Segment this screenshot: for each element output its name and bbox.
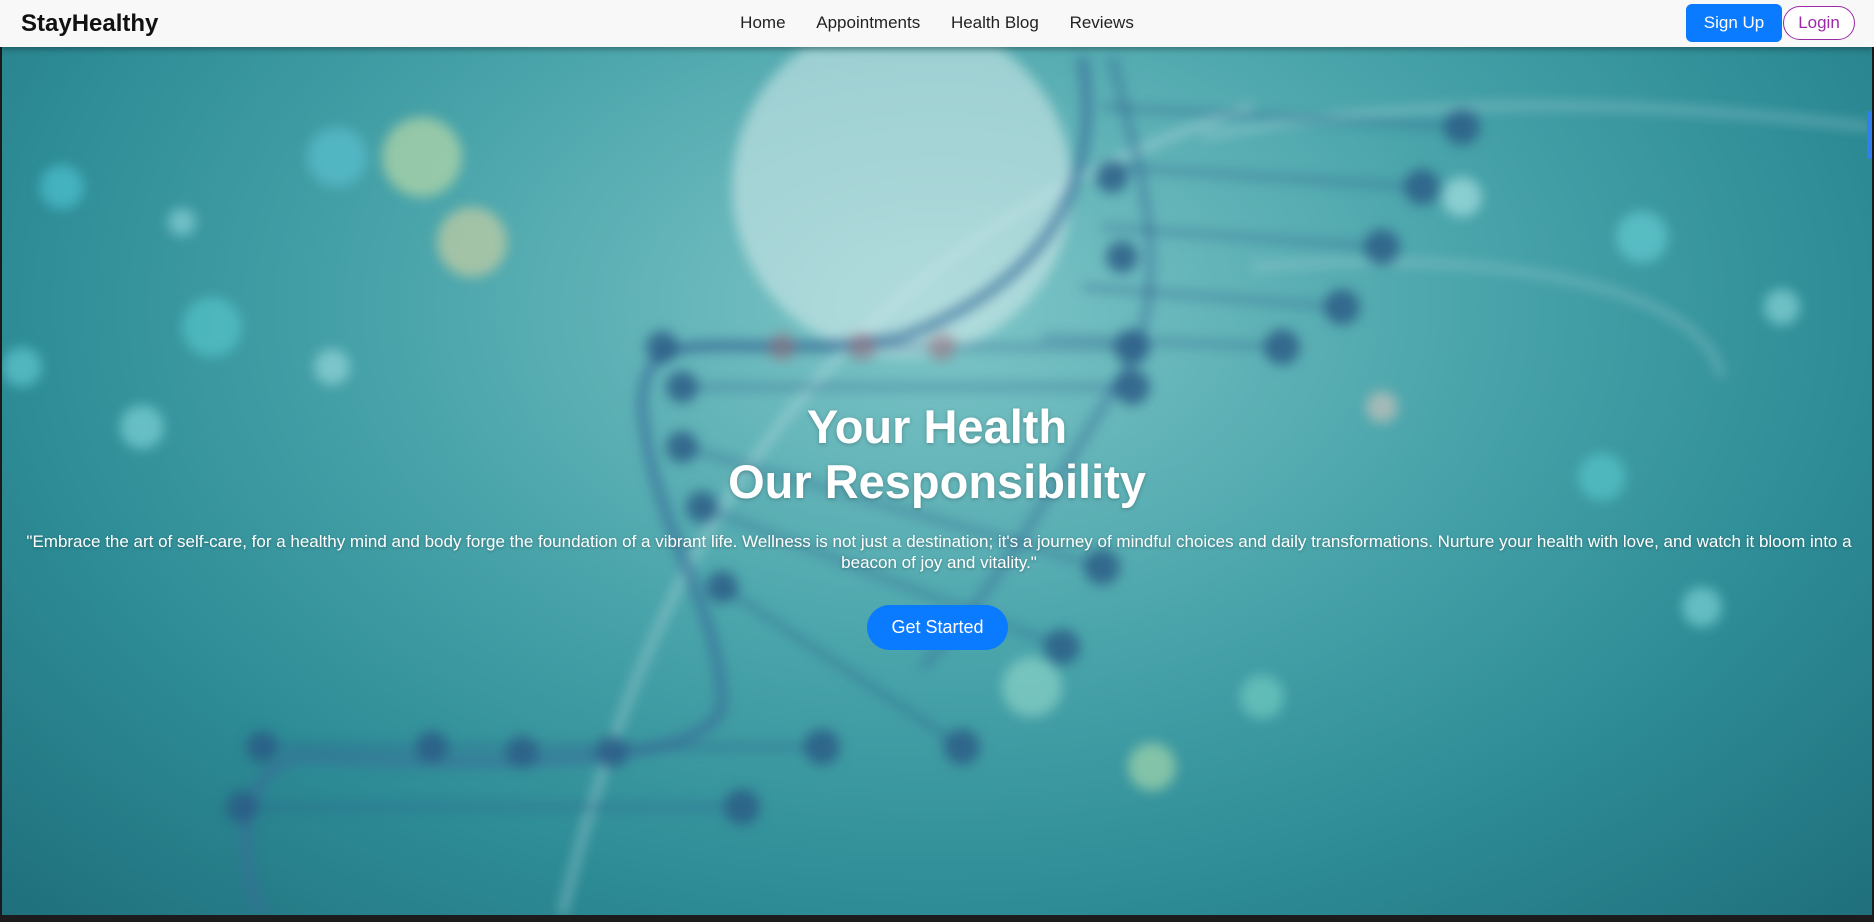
nav-links: Home Appointments Health Blog Reviews bbox=[0, 13, 1874, 33]
hero-quote: "Embrace the art of self-care, for a hea… bbox=[26, 532, 1852, 572]
hero-headline-line1: Your Health bbox=[806, 400, 1068, 453]
nav-link-appointments[interactable]: Appointments bbox=[816, 13, 920, 33]
hero-section: Your Health Our Responsibility "Embrace … bbox=[2, 47, 1872, 915]
bottom-edge bbox=[0, 915, 1874, 922]
hero-headline: Your Health Our Responsibility bbox=[2, 399, 1872, 509]
nav-link-reviews[interactable]: Reviews bbox=[1070, 13, 1134, 33]
hero-headline-line2: Our Responsibility bbox=[728, 455, 1146, 508]
get-started-button[interactable]: Get Started bbox=[867, 605, 1008, 650]
nav-link-home[interactable]: Home bbox=[740, 13, 785, 33]
scrollbar-thumb[interactable] bbox=[1867, 111, 1872, 159]
login-button[interactable]: Login bbox=[1783, 6, 1855, 40]
nav-link-health-blog[interactable]: Health Blog bbox=[951, 13, 1039, 33]
signup-button[interactable]: Sign Up bbox=[1686, 4, 1782, 42]
top-navbar: StayHealthy Home Appointments Health Blo… bbox=[0, 0, 1874, 47]
